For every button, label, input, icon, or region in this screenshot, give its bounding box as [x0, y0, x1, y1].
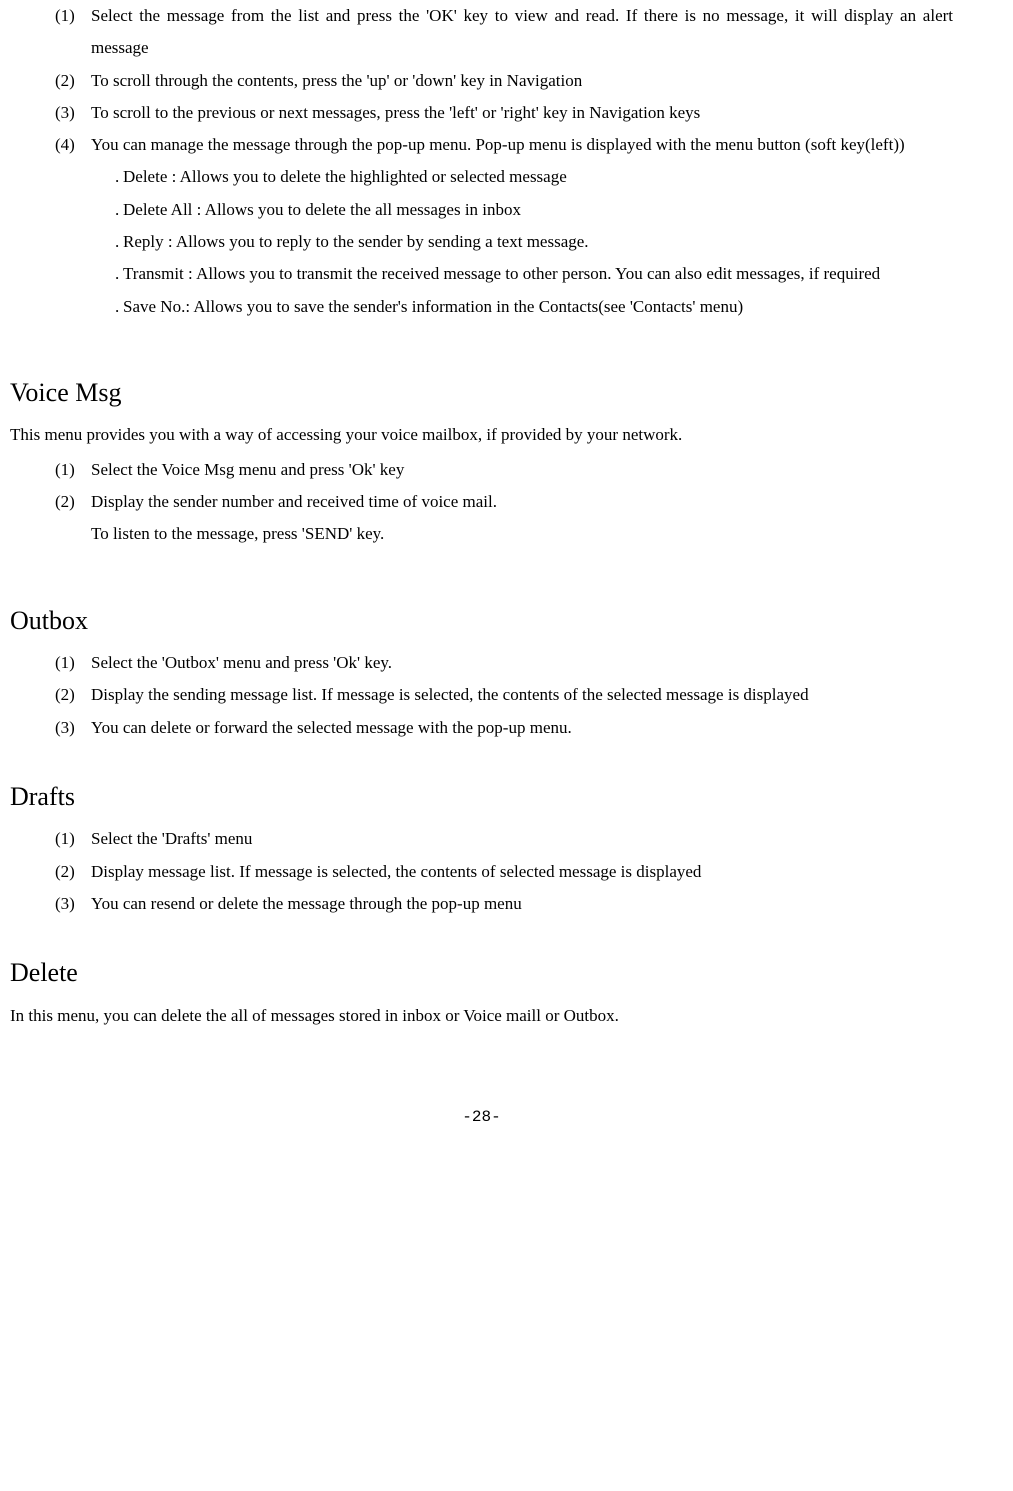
item-text: To scroll to the previous or next messag… [91, 97, 953, 129]
bullet-dot: . [115, 291, 123, 323]
bullet-dot: . [115, 226, 123, 258]
bullet-dot: . [115, 161, 123, 193]
item-text: To scroll through the contents, press th… [91, 65, 953, 97]
item-number: (3) [55, 712, 91, 744]
list-item: (1) Select the Voice Msg menu and press … [55, 454, 953, 486]
item-text: Display the sending message list. If mes… [91, 679, 953, 711]
delete-heading: Delete [10, 948, 953, 997]
sub-item-text: Delete : Allows you to delete the highli… [123, 161, 953, 193]
page-number: -28- [10, 1102, 953, 1132]
item-text: Select the Voice Msg menu and press 'Ok'… [91, 454, 953, 486]
list-item: (3) You can delete or forward the select… [55, 712, 953, 744]
outbox-heading: Outbox [10, 596, 953, 645]
item-text: Select the 'Outbox' menu and press 'Ok' … [91, 647, 953, 679]
item-text: Select the message from the list and pre… [91, 0, 953, 65]
sub-item-text: Reply : Allows you to reply to the sende… [123, 226, 953, 258]
item-number: (3) [55, 888, 91, 920]
list-item: (2) Display the sender number and receiv… [55, 486, 953, 518]
sub-list-item: . Delete All : Allows you to delete the … [115, 194, 953, 226]
voice-msg-intro: This menu provides you with a way of acc… [10, 419, 953, 451]
item-number: (2) [55, 65, 91, 97]
item-number: (1) [55, 823, 91, 855]
bullet-dot: . [115, 194, 123, 226]
sub-item-text: Transmit : Allows you to transmit the re… [123, 258, 953, 290]
item-number: (3) [55, 97, 91, 129]
item-number: (2) [55, 856, 91, 888]
item-text: Display message list. If message is sele… [91, 856, 953, 888]
item-number: (1) [55, 0, 91, 65]
sub-item-text: Delete All : Allows you to delete the al… [123, 194, 953, 226]
sub-list-item: . Reply : Allows you to reply to the sen… [115, 226, 953, 258]
list-item: (1) Select the 'Drafts' menu [55, 823, 953, 855]
list-item: (3) To scroll to the previous or next me… [55, 97, 953, 129]
item-text: You can delete or forward the selected m… [91, 712, 953, 744]
list-item: (4) You can manage the message through t… [55, 129, 953, 161]
drafts-heading: Drafts [10, 772, 953, 821]
list-item: (3) You can resend or delete the message… [55, 888, 953, 920]
item-text: You can manage the message through the p… [91, 129, 953, 161]
item-number: (2) [55, 486, 91, 518]
item-number: (1) [55, 454, 91, 486]
item-text: You can resend or delete the message thr… [91, 888, 953, 920]
sub-list-item: . Delete : Allows you to delete the high… [115, 161, 953, 193]
list-item: (1) Select the 'Outbox' menu and press '… [55, 647, 953, 679]
item-number: (4) [55, 129, 91, 161]
sub-list-item: . Save No.: Allows you to save the sende… [115, 291, 953, 323]
list-item: (2) Display the sending message list. If… [55, 679, 953, 711]
item-number: (1) [55, 647, 91, 679]
item-number: (2) [55, 679, 91, 711]
delete-intro: In this menu, you can delete the all of … [10, 1000, 953, 1032]
voice-msg-extra: To listen to the message, press 'SEND' k… [91, 518, 953, 550]
voice-msg-heading: Voice Msg [10, 368, 953, 417]
list-item: (1) Select the message from the list and… [55, 0, 953, 65]
sub-item-text: Save No.: Allows you to save the sender'… [123, 291, 953, 323]
item-text: Display the sender number and received t… [91, 486, 953, 518]
sub-list-item: . Transmit : Allows you to transmit the … [115, 258, 953, 290]
bullet-dot: . [115, 258, 123, 290]
item-text: Select the 'Drafts' menu [91, 823, 953, 855]
list-item: (2) To scroll through the contents, pres… [55, 65, 953, 97]
list-item: (2) Display message list. If message is … [55, 856, 953, 888]
